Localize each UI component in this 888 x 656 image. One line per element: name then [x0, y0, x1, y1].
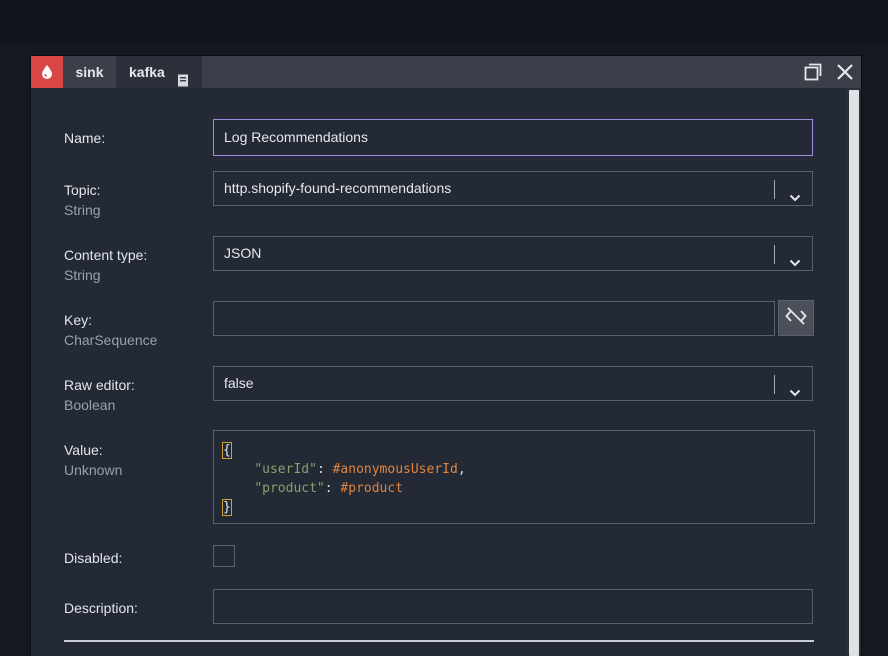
tab-sink[interactable]: sink [63, 56, 116, 88]
code-off-icon [785, 306, 807, 331]
name-input[interactable]: Log Recommendations [213, 119, 813, 156]
vertical-scrollbar[interactable] [847, 88, 861, 656]
name-input-value: Log Recommendations [224, 129, 368, 145]
chevron-down-icon[interactable] [789, 378, 801, 411]
code-key-product: "product" [254, 481, 325, 496]
document-icon[interactable] [177, 66, 189, 98]
value-label: Value: Unknown [64, 440, 122, 480]
tab-kafka-label: kafka [129, 64, 165, 80]
code-separator: : [316, 462, 333, 477]
app-top-bar [0, 0, 888, 42]
node-details-modal: sink kafka Name: Log Recommendations Top… [31, 56, 861, 656]
key-type: CharSequence [64, 332, 158, 348]
key-label: Key: CharSequence [64, 310, 157, 350]
value-type: Unknown [64, 462, 123, 478]
key-label-text: Key: [64, 312, 93, 328]
raw-editor-select-value: false [224, 375, 254, 391]
description-label: Description: [64, 598, 138, 618]
tab-kafka[interactable]: kafka [116, 56, 202, 88]
topic-select-value: http.shopify-found-recommendations [224, 180, 452, 196]
raw-editor-label: Raw editor: Boolean [64, 375, 135, 415]
scrollbar-thumb[interactable] [849, 90, 859, 656]
code-var-product: #product [340, 481, 404, 496]
name-label-text: Name: [64, 130, 106, 146]
chevron-down-icon[interactable] [789, 248, 801, 281]
topic-label: Topic: String [64, 180, 101, 220]
content-type-select[interactable]: JSON [213, 236, 813, 271]
modal-title-bar: sink kafka [31, 56, 861, 88]
disabled-label-text: Disabled: [64, 550, 123, 566]
select-separator [774, 245, 775, 264]
value-code-editor[interactable]: { "userId": #anonymousUserId, "product":… [213, 430, 815, 524]
section-divider [64, 640, 814, 642]
description-input[interactable] [213, 589, 813, 624]
code-var-anonymous-user-id: #anonymousUserId [332, 462, 458, 477]
content-type-type: String [64, 267, 101, 283]
raw-editor-type: Boolean [64, 397, 116, 413]
select-separator [774, 180, 775, 199]
code-key-userid: "userId" [254, 462, 317, 477]
content-type-select-value: JSON [224, 245, 262, 261]
code-separator: : [324, 481, 341, 496]
topic-select[interactable]: http.shopify-found-recommendations [213, 171, 813, 206]
raw-editor-label-text: Raw editor: [64, 377, 135, 393]
drop-icon [31, 56, 63, 88]
topic-type: String [64, 202, 101, 218]
code-close-brace: } [222, 499, 232, 516]
raw-editor-select[interactable]: false [213, 366, 813, 401]
chevron-down-icon[interactable] [789, 183, 801, 216]
disabled-checkbox[interactable] [213, 545, 235, 567]
maximize-icon[interactable] [803, 62, 823, 82]
name-label: Name: [64, 128, 105, 148]
toggle-expression-button[interactable] [778, 300, 814, 336]
value-label-text: Value: [64, 442, 103, 458]
select-separator [774, 375, 775, 394]
content-type-label: Content type: String [64, 245, 147, 285]
key-input[interactable] [213, 301, 775, 336]
code-comma: , [457, 462, 466, 477]
code-open-brace: { [222, 442, 232, 459]
description-label-text: Description: [64, 600, 138, 616]
topic-label-text: Topic: [64, 182, 101, 198]
content-type-label-text: Content type: [64, 247, 148, 263]
disabled-label: Disabled: [64, 548, 122, 568]
close-icon[interactable] [835, 62, 855, 82]
